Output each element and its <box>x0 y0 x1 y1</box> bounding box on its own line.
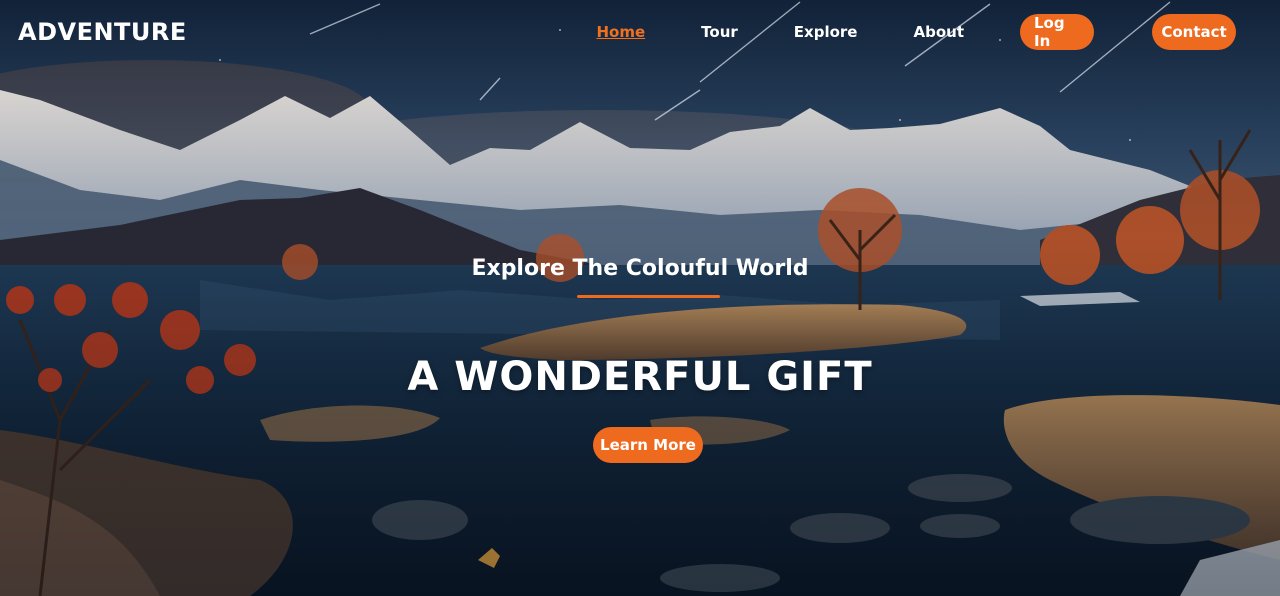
brand-logo[interactable]: ADVENTURE <box>18 18 187 46</box>
contact-button[interactable]: Contact <box>1152 14 1236 50</box>
nav-link-home[interactable]: Home <box>597 23 646 41</box>
learn-more-button[interactable]: Learn More <box>593 427 703 463</box>
nav-link-about[interactable]: About <box>913 23 964 41</box>
login-button[interactable]: Log In <box>1020 14 1094 50</box>
nav-link-tour[interactable]: Tour <box>701 23 738 41</box>
hero-subtitle: Explore The Colouful World <box>471 256 809 281</box>
site-header: ADVENTURE Home Tour Explore About Log In… <box>0 0 1280 64</box>
hero-section <box>0 0 1280 596</box>
main-nav: Home Tour Explore About Log In Contact <box>597 14 1236 50</box>
subtitle-underline-divider <box>577 295 720 298</box>
nav-link-explore[interactable]: Explore <box>794 23 858 41</box>
hero-headline: A WONDERFUL GIFT <box>407 354 873 400</box>
hero-overlay <box>0 0 1280 596</box>
